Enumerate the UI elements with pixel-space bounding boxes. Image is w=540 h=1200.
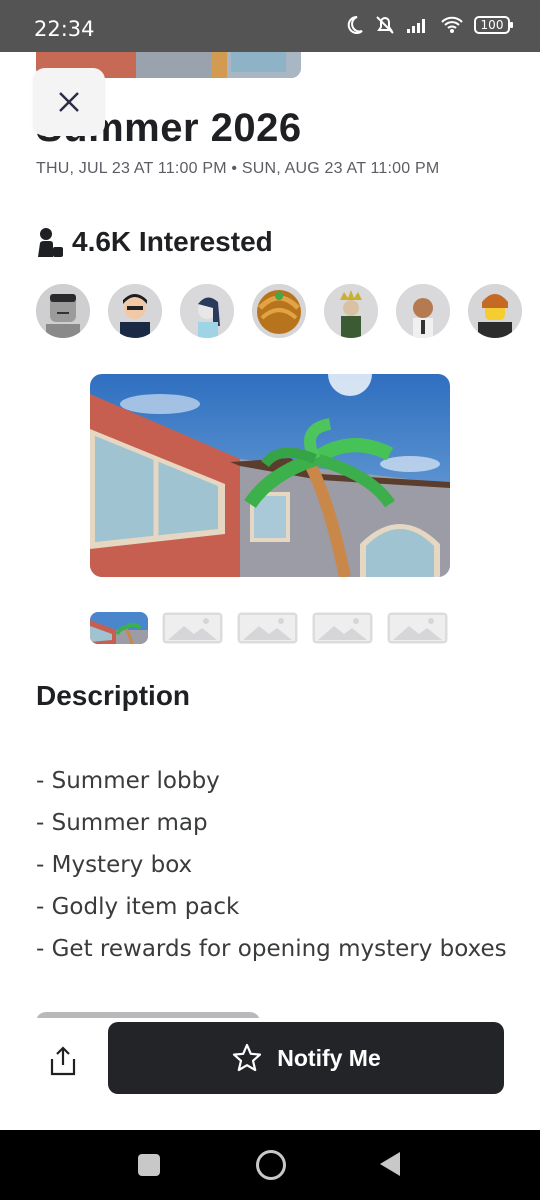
list-item: - Mystery box (36, 852, 193, 878)
interested-avatars (36, 284, 522, 338)
interested-label: 4.6K Interested (72, 226, 273, 257)
list-item: - Summer lobby (36, 768, 220, 794)
image-placeholder-icon (387, 612, 448, 644)
moon-icon (347, 15, 363, 34)
avatar[interactable] (108, 284, 162, 338)
signal-icon (407, 19, 425, 33)
home-button[interactable] (256, 1150, 286, 1180)
status-icons: 100 (344, 14, 513, 36)
status-bar: 22:34 100 (0, 0, 540, 52)
status-time: 22:34 (34, 17, 95, 41)
wifi-icon (441, 16, 463, 33)
description-heading: Description (36, 680, 191, 711)
close-button[interactable] (33, 68, 105, 136)
avatar[interactable] (252, 284, 306, 338)
image-placeholder-icon (162, 612, 223, 644)
event-dates: THU, JUL 23 AT 11:00 PM • SUN, AUG 23 AT… (36, 160, 440, 177)
gallery-thumbnail[interactable] (237, 612, 298, 644)
list-item: - Summer map (36, 810, 208, 836)
gallery-thumbnail[interactable] (387, 612, 448, 644)
avatar[interactable] (180, 284, 234, 338)
close-icon (59, 92, 79, 112)
share-button[interactable] (40, 1038, 86, 1084)
image-placeholder-icon (237, 612, 298, 644)
star-icon (233, 1043, 262, 1072)
gallery-thumbnails (90, 612, 448, 644)
notify-me-button[interactable]: Notify Me (108, 1022, 504, 1094)
bottom-action-bar: Notify Me (0, 1018, 540, 1128)
person-icon (38, 228, 63, 257)
mute-bell-icon (376, 16, 394, 34)
share-icon (50, 1046, 76, 1076)
avatar[interactable] (324, 284, 378, 338)
avatar[interactable] (36, 284, 90, 338)
description-list: - Summer lobby - Summer map - Mystery bo… (36, 766, 507, 976)
avatar[interactable] (468, 284, 522, 338)
image-placeholder-icon (312, 612, 373, 644)
system-nav-bar (0, 1130, 540, 1200)
avatar[interactable] (396, 284, 450, 338)
battery-icon: 100 (474, 16, 513, 34)
back-button[interactable] (380, 1152, 400, 1176)
gallery-thumbnail[interactable] (312, 612, 373, 644)
list-item: - Godly item pack (36, 894, 240, 920)
recents-button[interactable] (138, 1154, 160, 1176)
notify-me-label: Notify Me (277, 1044, 381, 1071)
gallery-main-image[interactable] (90, 374, 450, 577)
interested-count: 4.6K Interested (36, 226, 273, 258)
gallery-thumbnail[interactable] (90, 612, 148, 644)
gallery-thumbnail[interactable] (162, 612, 223, 644)
list-item: - Get rewards for opening mystery boxes (36, 936, 507, 962)
